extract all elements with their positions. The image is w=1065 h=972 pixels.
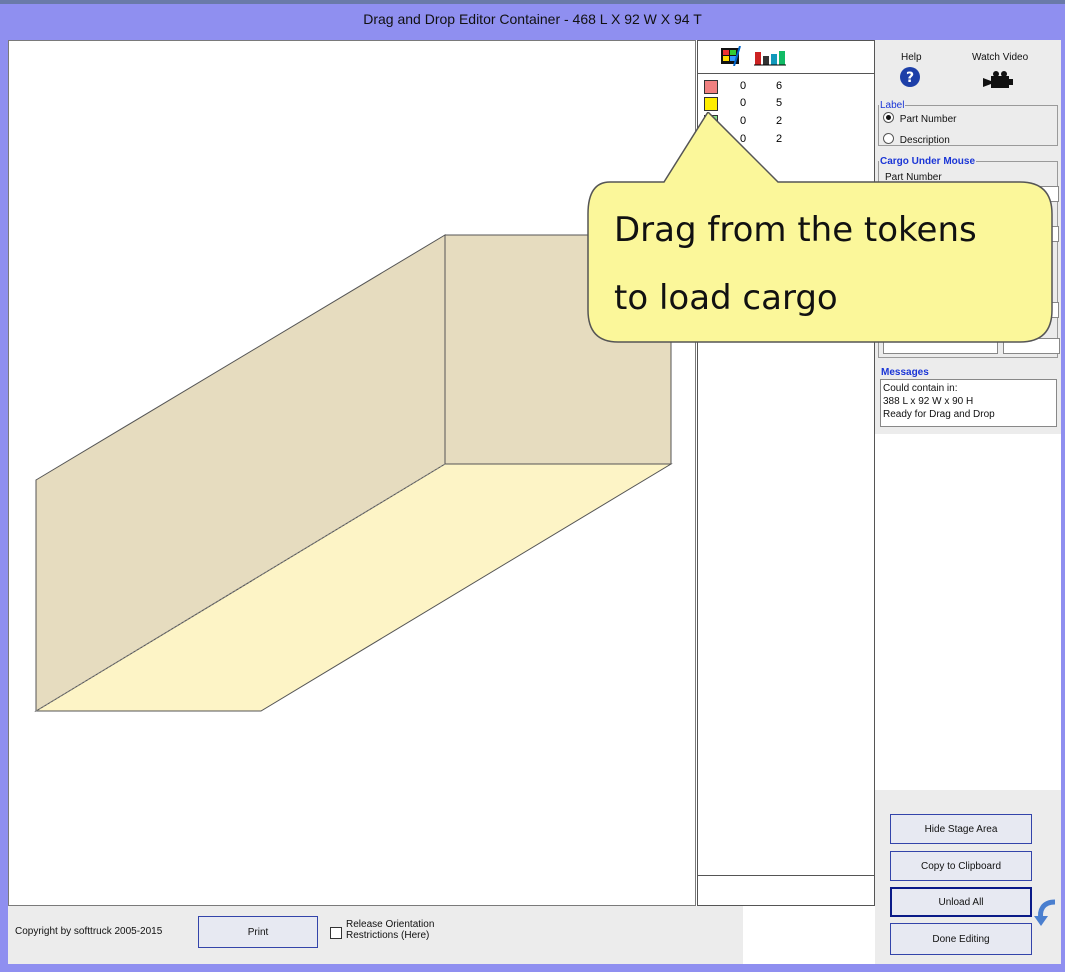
tutorial-callout-text: Drag from the tokens to load cargo <box>614 196 1054 332</box>
help-icon[interactable]: ? <box>899 66 921 88</box>
copy-to-clipboard-button[interactable]: Copy to Clipboard <box>890 851 1032 881</box>
callout-line-2: to load cargo <box>614 278 838 318</box>
window-frame-bottom <box>0 964 1065 972</box>
video-camera-icon[interactable] <box>983 70 1015 90</box>
release-orientation-label: Release Orientation Restrictions (Here) <box>346 919 434 941</box>
callout-line-1: Drag from the tokens <box>614 210 977 250</box>
release-orientation-checkbox[interactable] <box>330 927 342 939</box>
label-group-title: Label <box>880 100 905 111</box>
panel-blank-area <box>875 434 1061 790</box>
message-line: Could contain in: <box>883 383 958 394</box>
token-row[interactable]: 0 6 <box>698 80 874 97</box>
print-button[interactable]: Print <box>198 916 318 948</box>
watch-video-label: Watch Video <box>972 52 1029 63</box>
token-total-count: 5 <box>775 97 783 109</box>
stack-icon[interactable] <box>720 46 742 66</box>
token-swatch-yellow[interactable] <box>704 97 718 111</box>
tokens-header <box>698 41 874 74</box>
hide-stage-area-button[interactable]: Hide Stage Area <box>890 814 1032 844</box>
window-title: Drag and Drop Editor Container - 468 L X… <box>363 11 702 27</box>
done-editing-button[interactable]: Done Editing <box>890 923 1032 955</box>
message-line: Ready for Drag and Drop <box>883 409 995 420</box>
bar-chart-icon[interactable] <box>754 50 786 66</box>
release-orientation-line1: Release Orientation <box>346 919 435 930</box>
unload-all-button[interactable]: Unload All <box>890 887 1032 917</box>
messages-box: Could contain in: 388 L x 92 W x 90 H Re… <box>880 379 1057 427</box>
bottom-bar: Copyright by softtruck 2005-2015 Print R… <box>8 906 743 964</box>
token-total-count: 6 <box>775 80 783 92</box>
message-line: 388 L x 92 W x 90 H <box>883 396 974 407</box>
undo-icon[interactable] <box>1033 898 1059 928</box>
window-frame-left <box>0 40 8 972</box>
token-swatch-red[interactable] <box>704 80 718 94</box>
svg-text:?: ? <box>906 70 914 86</box>
messages-title: Messages <box>881 367 929 378</box>
token-loaded-count: 0 <box>739 80 747 92</box>
tokens-footer <box>698 875 874 906</box>
release-orientation-line2: Restrictions (Here) <box>346 930 430 941</box>
token-loaded-count: 0 <box>739 97 747 109</box>
help-label: Help <box>901 52 922 63</box>
copyright-text: Copyright by softtruck 2005-2015 <box>15 926 163 937</box>
